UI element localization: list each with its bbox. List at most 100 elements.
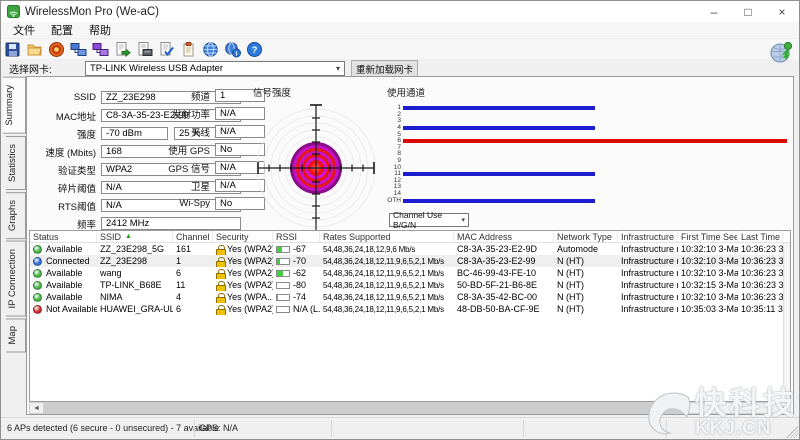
web-globe-icon[interactable] <box>202 41 219 58</box>
channel-bar-track <box>403 179 787 183</box>
field-label: 验证类型 <box>29 163 101 177</box>
channel-bar <box>403 139 787 143</box>
network-map-blue-icon[interactable] <box>70 41 87 58</box>
rates-cell: 54,48,36,24,18,12,11,9,6,5,2,1 Mb/s <box>320 279 454 291</box>
field-label: 碎片阈值 <box>29 181 101 195</box>
verify-report-icon[interactable] <box>158 41 175 58</box>
tab-map[interactable]: Map <box>6 318 26 352</box>
resize-grip[interactable] <box>786 426 798 438</box>
menu-item-1[interactable]: 配置 <box>43 21 81 39</box>
lock-icon <box>216 269 224 278</box>
channel-cell: 11 <box>173 279 213 291</box>
infrastructure-cell: Infrastructure mo... <box>618 303 678 315</box>
field-row: 频率2412 MHz <box>29 217 241 230</box>
field-label: SSID <box>29 92 101 103</box>
channel-bar-track <box>403 166 787 170</box>
mac-cell: BC-46-99-43-FE-10 <box>454 267 554 279</box>
summary-fields-mid: 频道1发射功率N/A天线N/A使用 GPSNoGPS 信号N/A卫星N/AWi-… <box>155 89 265 215</box>
lock-icon <box>216 305 224 314</box>
rssi-cell: N/A (L... <box>273 303 320 315</box>
lock-icon <box>216 281 224 290</box>
rssi-cell: -80 <box>273 279 320 291</box>
first-seen-cell: 10:32:10 3-May-... <box>678 291 738 303</box>
network-map-purple-icon[interactable] <box>92 41 109 58</box>
rssi-bar-fill <box>277 271 283 276</box>
column-header-rates-supported[interactable]: Rates Supported <box>320 231 454 242</box>
maximize-button[interactable]: □ <box>731 1 765 22</box>
rssi-bar-icon <box>276 306 290 313</box>
field-label: 卫星 <box>155 179 215 193</box>
channel-use-select[interactable]: Channel Use B/G/N ▾ <box>389 213 469 227</box>
table-row[interactable]: ConnectedZZ_23E2981Yes (WPA2)-7054,48,36… <box>30 255 790 267</box>
field-row: GPS 信号N/A <box>155 161 265 174</box>
scroll-left-arrow-icon[interactable]: ◄ <box>30 403 43 413</box>
status-dot-icon <box>33 281 42 290</box>
tab-summary[interactable]: Summary <box>3 77 26 134</box>
column-header-mac-address[interactable]: MAC Address <box>454 231 554 242</box>
web-online-help-icon[interactable]: i <box>224 41 241 58</box>
column-header-rssi[interactable]: RSSI <box>273 231 320 242</box>
field-row: 频道1 <box>155 89 265 102</box>
toolbar: i ? <box>1 39 799 59</box>
network-type-cell: N (HT) <box>554 267 618 279</box>
export-report-icon[interactable] <box>114 41 131 58</box>
minimize-button[interactable]: – <box>697 1 731 22</box>
column-header-security[interactable]: Security <box>213 231 273 242</box>
horizontal-scrollbar[interactable]: ◄ ► <box>29 402 791 414</box>
network-type-cell: N (HT) <box>554 255 618 267</box>
record-mode-icon[interactable] <box>48 41 65 58</box>
channel-usage-title: 使用通道 <box>387 88 425 99</box>
channel-bar <box>403 126 595 130</box>
tab-ip-connection[interactable]: IP Connection <box>6 241 26 317</box>
scrollbar-thumb[interactable] <box>43 403 683 413</box>
notes-icon[interactable] <box>180 41 197 58</box>
column-header-status[interactable]: Status <box>30 231 97 242</box>
first-seen-cell: 10:35:03 3-May-... <box>678 303 738 315</box>
column-header-ssid[interactable]: SSID▲ <box>97 231 173 242</box>
sort-ascending-icon: ▲ <box>125 233 132 240</box>
channel-cell: 161 <box>173 243 213 255</box>
menu-item-2[interactable]: 帮助 <box>81 21 119 39</box>
table-row[interactable]: Availablewang6Yes (WPA2)-6254,48,36,24,1… <box>30 267 790 279</box>
tab-statistics[interactable]: Statistics <box>6 136 26 190</box>
ssid-cell: HUAWEI_GRA-UL10... <box>97 303 173 315</box>
menu-item-0[interactable]: 文件 <box>5 21 43 39</box>
column-header-first-time-seen[interactable]: First Time Seen <box>678 231 738 242</box>
help-icon[interactable]: ? <box>246 41 263 58</box>
column-header-channel[interactable]: Channel <box>173 231 213 242</box>
mac-cell: C8-3A-35-42-BC-00 <box>454 291 554 303</box>
scroll-right-arrow-icon[interactable]: ► <box>777 403 790 413</box>
table-row[interactable]: AvailableNIMA4Yes (WPA...-7454,48,36,24,… <box>30 291 790 303</box>
statusbar-divider <box>194 420 195 437</box>
table-row[interactable]: AvailableTP-LINK_B68E11Yes (WPA2)-8054,4… <box>30 279 790 291</box>
first-seen-cell: 10:32:10 3-May-... <box>678 255 738 267</box>
open-folder-icon[interactable] <box>26 41 43 58</box>
tab-graphs[interactable]: Graphs <box>6 192 26 239</box>
close-button[interactable]: × <box>765 1 799 22</box>
channel-row: 12 <box>387 178 787 185</box>
rssi-bar-icon <box>276 246 290 253</box>
field-value: 2412 MHz <box>101 217 241 230</box>
column-header-network-type[interactable]: Network Type <box>554 231 618 242</box>
rssi-cell: -70 <box>273 255 320 267</box>
passmark-wireless-logo-icon <box>769 39 795 65</box>
status-dot-icon <box>33 269 42 278</box>
vertical-scrollbar[interactable] <box>783 243 790 401</box>
rates-cell: 54,48,36,24,18,12,11,9,6,5,2,1 Mb/s <box>320 255 454 267</box>
print-report-icon[interactable] <box>136 41 153 58</box>
table-row[interactable]: Not AvailableHUAWEI_GRA-UL10...6Yes (WPA… <box>30 303 790 315</box>
rates-cell: 54,48,36,24,18,12,11,9,6,5,2,1 Mb/s <box>320 291 454 303</box>
column-header-last-time-s[interactable]: Last Time S <box>738 231 783 242</box>
field-label: 使用 GPS <box>155 143 215 157</box>
channel-row: 14 <box>387 191 787 198</box>
ap-list-body: AvailableZZ_23E298_5G161Yes (WPA2)-6754,… <box>30 243 790 315</box>
field-label: 发射功率 <box>155 107 215 121</box>
channel-row: 6 <box>387 138 787 145</box>
table-row[interactable]: AvailableZZ_23E298_5G161Yes (WPA2)-6754,… <box>30 243 790 255</box>
status-dot-icon <box>33 293 42 302</box>
aps-summary-text: 6 APs detected (6 secure - 0 unsecured) … <box>7 423 219 433</box>
security-cell: Yes (WPA2) <box>213 267 273 279</box>
lock-icon <box>216 293 224 302</box>
column-header-infrastructure[interactable]: Infrastructure <box>618 231 678 242</box>
save-icon[interactable] <box>4 41 21 58</box>
